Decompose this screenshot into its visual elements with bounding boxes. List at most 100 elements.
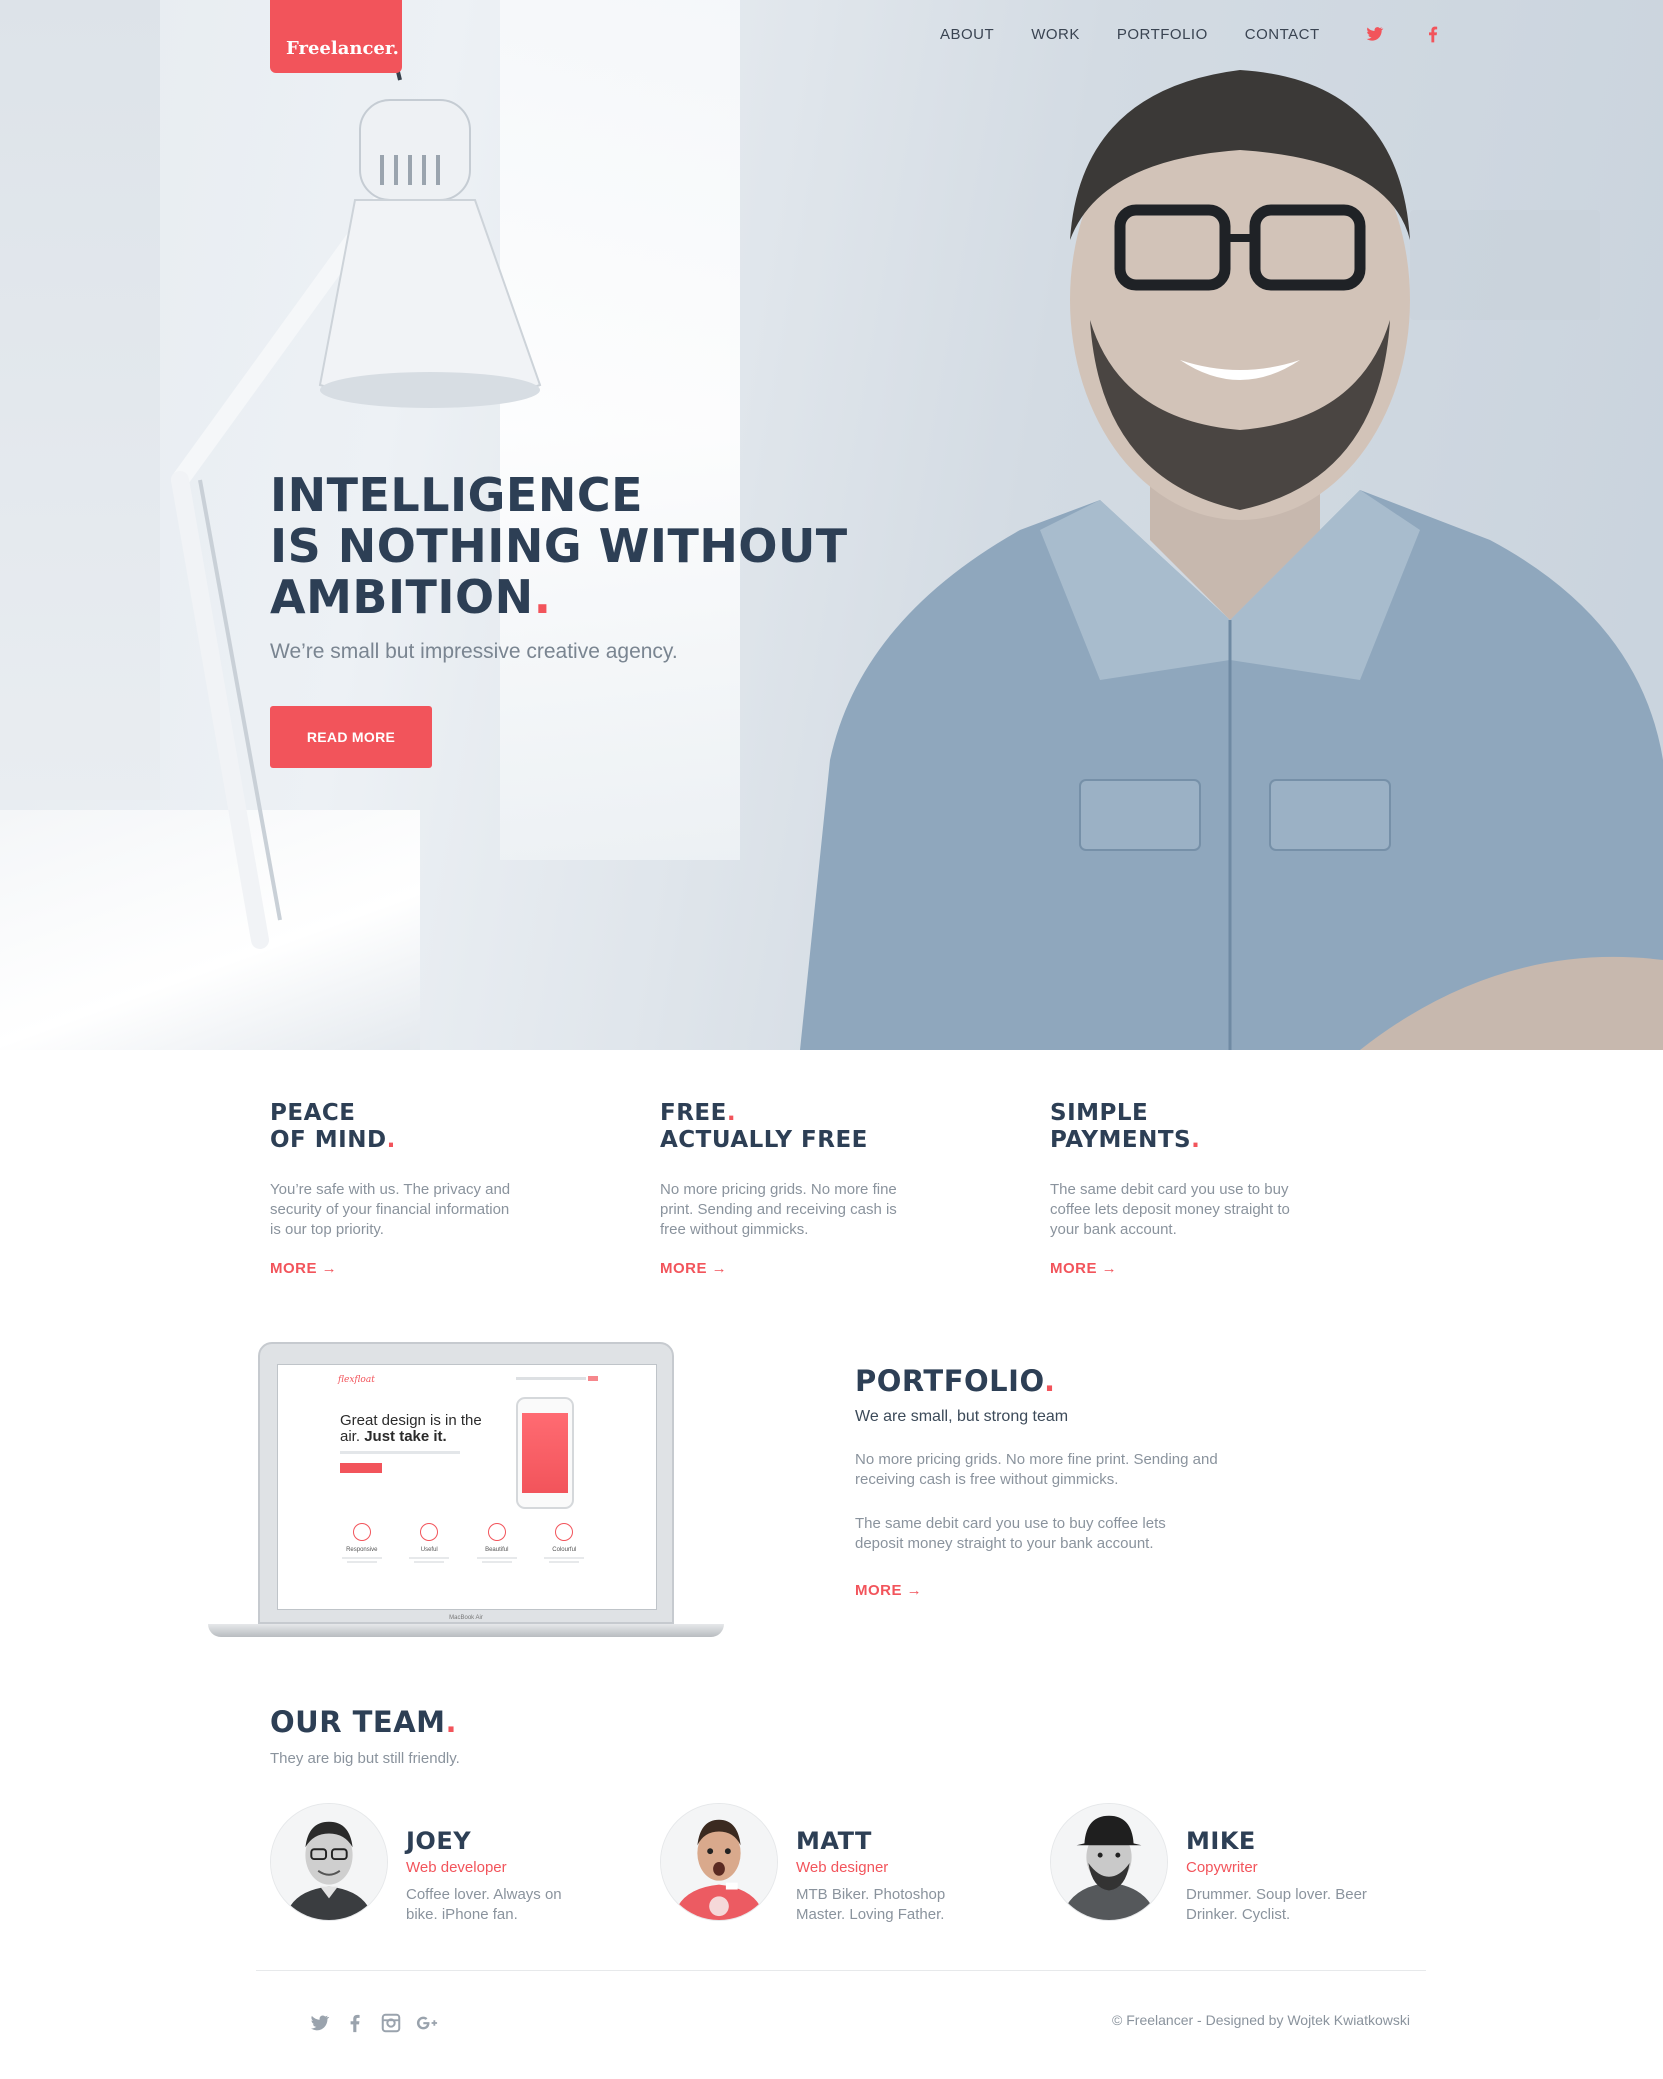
nav-item-work[interactable]: WORK <box>1031 26 1080 43</box>
screen-text-line <box>414 1561 445 1563</box>
accent-dot: . <box>533 570 552 624</box>
feature-text: No more pricing grids. No more fine prin… <box>660 1181 897 1238</box>
portfolio-more-link[interactable]: MORE → <box>855 1582 922 1599</box>
team-title: OUR TEAM. <box>270 1705 457 1739</box>
screen-feature: Useful <box>396 1523 464 1563</box>
avatar <box>1050 1803 1168 1921</box>
screen-feature-label: Beautiful <box>485 1547 509 1553</box>
nav-item-about[interactable]: ABOUT <box>940 26 994 43</box>
feature-simple-payments: SIMPLE PAYMENTS. The same debit card you… <box>1050 1100 1340 1277</box>
copyright: © Freelancer - Designed by Wojtek Kwiatk… <box>1112 2012 1410 2028</box>
cloud-icon <box>555 1523 574 1541</box>
laptop-screen: flexfloat Great design is in the air. Ju… <box>277 1364 657 1610</box>
screen-nav <box>516 1377 586 1380</box>
twitter-icon[interactable] <box>308 2012 330 2034</box>
hero-headline-line3: AMBITION <box>270 570 534 624</box>
screen-text-line <box>544 1557 585 1559</box>
screen-headline: Great design is in the air. Just take it… <box>340 1413 500 1445</box>
accent-dot: . <box>1043 1364 1056 1398</box>
accent-dot: . <box>445 1705 458 1739</box>
portfolio-title: PORTFOLIO. <box>855 1364 1056 1398</box>
feature-more-link[interactable]: MORE → <box>660 1260 727 1277</box>
avatar <box>270 1803 388 1921</box>
accent-dot: . <box>386 1127 396 1153</box>
brand-logo[interactable]: Freelancer. <box>270 0 402 73</box>
laptop-base <box>208 1624 724 1637</box>
hero-headline: INTELLIGENCE IS NOTHING WITHOUT AMBITION… <box>270 470 890 623</box>
feature-title: PEACE OF MIND. <box>270 1100 560 1154</box>
feature-title: SIMPLE PAYMENTS. <box>1050 1100 1340 1154</box>
nav-item-portfolio[interactable]: PORTFOLIO <box>1117 26 1208 43</box>
google-plus-icon[interactable] <box>416 2012 438 2034</box>
feature-title-line2: ACTUALLY FREE <box>660 1127 868 1153</box>
feature-more-link[interactable]: MORE → <box>270 1260 337 1277</box>
accent-dot: . <box>726 1100 737 1126</box>
screen-feature: Responsive <box>328 1523 396 1563</box>
member-name: JOEY <box>406 1827 472 1855</box>
feature-peace-of-mind: PEACE OF MIND. You’re safe with us. The … <box>270 1100 560 1277</box>
member-bio: Coffee lover. Always on bike. iPhone fan… <box>406 1886 562 1923</box>
twitter-icon[interactable] <box>1364 24 1384 44</box>
team-subtitle: They are big but still friendly. <box>270 1750 460 1767</box>
screen-text-line <box>481 1561 512 1563</box>
read-more-button[interactable]: READ MORE <box>270 706 432 768</box>
hero-headline-line2: IS NOTHING WITHOUT <box>270 519 848 573</box>
screen-feature-icons: Responsive Useful Beautiful Colourful <box>328 1523 598 1563</box>
member-name: MATT <box>796 1827 872 1855</box>
facebook-icon[interactable] <box>1423 24 1443 44</box>
screen-button <box>340 1463 382 1473</box>
screen-feature: Beautiful <box>463 1523 531 1563</box>
footer-divider <box>256 1970 1426 1971</box>
member-bio: MTB Biker. Photoshop Master. Loving Fath… <box>796 1886 946 1923</box>
screen-phone-display <box>522 1413 568 1493</box>
portfolio-laptop-mockup: flexfloat Great design is in the air. Ju… <box>208 1342 724 1639</box>
laptop-lid: flexfloat Great design is in the air. Ju… <box>258 1342 674 1624</box>
feature-title-line2: OF MIND <box>270 1127 387 1153</box>
screen-feature-label: Useful <box>420 1547 438 1553</box>
avatar <box>660 1803 778 1921</box>
screen-feature-label: Colourful <box>552 1547 577 1553</box>
footer-social <box>308 2012 452 2034</box>
team-member-joey: JOEY Web developer Coffee lover. Always … <box>270 1803 650 1923</box>
screen-phone <box>516 1397 574 1509</box>
screen-logo: flexfloat <box>338 1375 375 1385</box>
portfolio-paragraph: The same debit card you use to buy coffe… <box>855 1515 1166 1552</box>
feature-more-link[interactable]: MORE → <box>1050 1260 1117 1277</box>
member-name: MIKE <box>1186 1827 1256 1855</box>
team-member-mike: MIKE Copywriter Drummer. Soup lover. Bee… <box>1050 1803 1430 1923</box>
portfolio-paragraph: No more pricing grids. No more fine prin… <box>855 1451 1218 1488</box>
feature-title-line1: FREE <box>660 1100 727 1126</box>
screen-text-line <box>341 1557 382 1559</box>
member-bio: Drummer. Soup lover. Beer Drinker. Cycli… <box>1186 1886 1367 1923</box>
screen-feature: Colourful <box>531 1523 599 1563</box>
member-role: Web developer <box>406 1859 507 1876</box>
heart-icon <box>487 1523 506 1541</box>
hero-background-wall <box>0 0 160 800</box>
feature-title-line1: SIMPLE <box>1050 1100 1149 1126</box>
thumb-icon <box>420 1523 439 1541</box>
hero-headline-line1: INTELLIGENCE <box>270 468 644 522</box>
monitor-icon <box>352 1523 371 1541</box>
screen-headline-bold: Just take it. <box>364 1428 447 1445</box>
screen-text-line <box>346 1561 377 1563</box>
main-nav: ABOUT WORK PORTFOLIO CONTACT <box>940 24 1475 44</box>
feature-title-line2: PAYMENTS <box>1050 1127 1192 1153</box>
facebook-icon[interactable] <box>344 2012 366 2034</box>
member-role: Web designer <box>796 1859 889 1876</box>
feature-text: You’re safe with us. The privacy and sec… <box>270 1181 511 1238</box>
feature-text: The same debit card you use to buy coffe… <box>1050 1181 1290 1238</box>
screen-text-line <box>476 1557 517 1559</box>
feature-title-line1: PEACE <box>270 1100 356 1126</box>
screen-text-line <box>549 1561 580 1563</box>
nav-item-contact[interactable]: CONTACT <box>1245 26 1320 43</box>
instagram-icon[interactable] <box>380 2012 402 2034</box>
screen-feature-label: Responsive <box>346 1547 378 1553</box>
accent-dot: . <box>1191 1127 1201 1153</box>
feature-actually-free: FREE. ACTUALLY FREE No more pricing grid… <box>660 1100 950 1277</box>
portfolio-subtitle: We are small, but strong team <box>855 1408 1069 1425</box>
portfolio-title-text: PORTFOLIO <box>855 1364 1044 1398</box>
hero-person-image <box>800 70 1663 1050</box>
team-title-text: OUR TEAM <box>270 1705 446 1739</box>
hero-subtitle: We’re small but impressive creative agen… <box>270 640 678 663</box>
screen-text-line <box>409 1557 450 1559</box>
